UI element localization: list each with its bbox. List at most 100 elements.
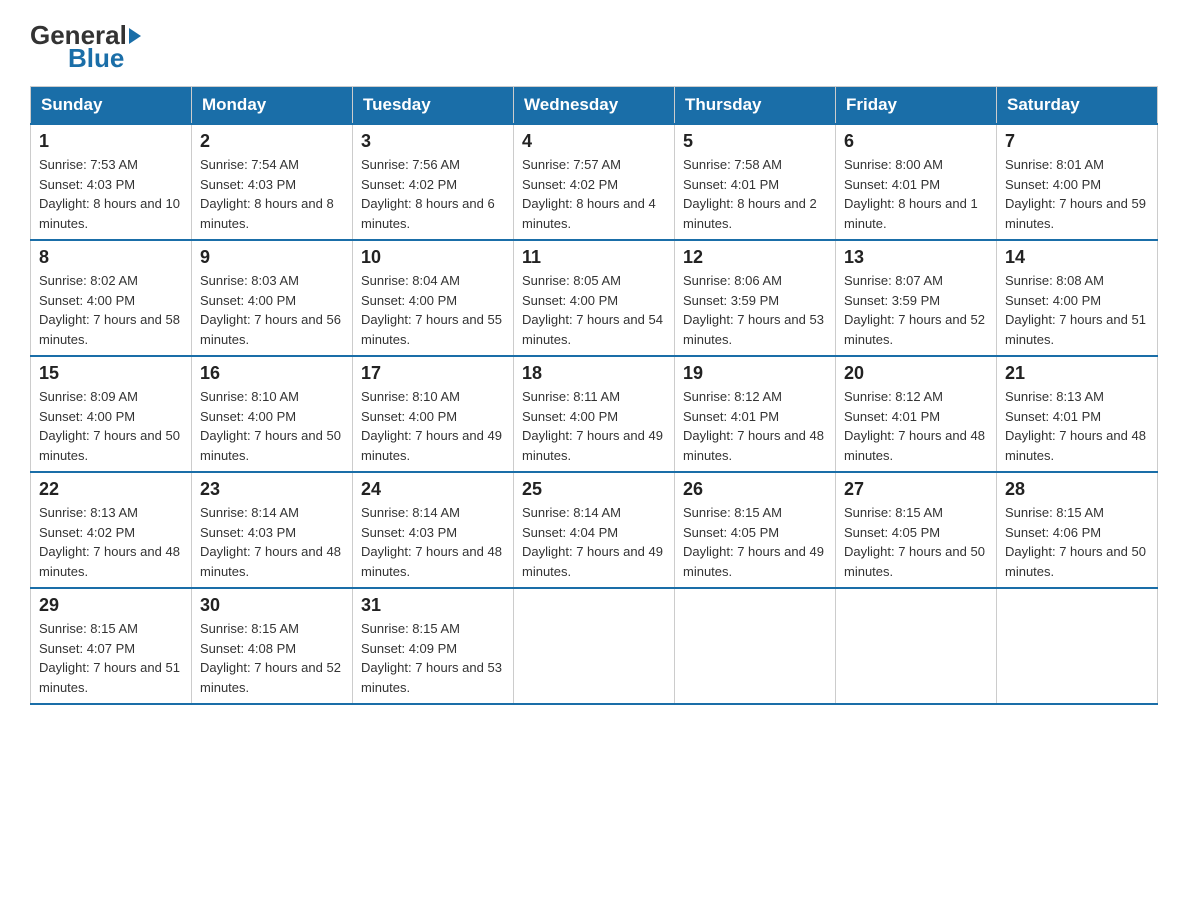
day-info: Sunrise: 8:14 AM Sunset: 4:03 PM Dayligh… [200,503,344,581]
day-number: 11 [522,247,666,268]
calendar-cell: 10 Sunrise: 8:04 AM Sunset: 4:00 PM Dayl… [353,240,514,356]
day-info: Sunrise: 8:13 AM Sunset: 4:02 PM Dayligh… [39,503,183,581]
calendar-header-row: SundayMondayTuesdayWednesdayThursdayFrid… [31,87,1158,125]
day-info: Sunrise: 8:05 AM Sunset: 4:00 PM Dayligh… [522,271,666,349]
day-number: 8 [39,247,183,268]
calendar-cell: 28 Sunrise: 8:15 AM Sunset: 4:06 PM Dayl… [997,472,1158,588]
day-number: 18 [522,363,666,384]
col-header-friday: Friday [836,87,997,125]
day-number: 4 [522,131,666,152]
day-number: 20 [844,363,988,384]
day-number: 26 [683,479,827,500]
page-header: General Blue [30,20,1158,74]
day-info: Sunrise: 7:53 AM Sunset: 4:03 PM Dayligh… [39,155,183,233]
day-number: 21 [1005,363,1149,384]
day-info: Sunrise: 8:14 AM Sunset: 4:04 PM Dayligh… [522,503,666,581]
calendar-cell: 30 Sunrise: 8:15 AM Sunset: 4:08 PM Dayl… [192,588,353,704]
day-number: 27 [844,479,988,500]
day-info: Sunrise: 8:15 AM Sunset: 4:05 PM Dayligh… [683,503,827,581]
day-info: Sunrise: 8:01 AM Sunset: 4:00 PM Dayligh… [1005,155,1149,233]
day-info: Sunrise: 8:15 AM Sunset: 4:06 PM Dayligh… [1005,503,1149,581]
day-number: 9 [200,247,344,268]
day-number: 10 [361,247,505,268]
logo: General Blue [30,20,143,74]
day-info: Sunrise: 8:08 AM Sunset: 4:00 PM Dayligh… [1005,271,1149,349]
calendar-cell: 16 Sunrise: 8:10 AM Sunset: 4:00 PM Dayl… [192,356,353,472]
logo-arrow-icon [129,28,141,44]
day-number: 1 [39,131,183,152]
day-number: 14 [1005,247,1149,268]
calendar-cell [675,588,836,704]
day-number: 17 [361,363,505,384]
day-info: Sunrise: 8:15 AM Sunset: 4:07 PM Dayligh… [39,619,183,697]
calendar-cell: 1 Sunrise: 7:53 AM Sunset: 4:03 PM Dayli… [31,124,192,240]
calendar-cell: 14 Sunrise: 8:08 AM Sunset: 4:00 PM Dayl… [997,240,1158,356]
day-number: 30 [200,595,344,616]
calendar-week-row: 15 Sunrise: 8:09 AM Sunset: 4:00 PM Dayl… [31,356,1158,472]
day-info: Sunrise: 7:54 AM Sunset: 4:03 PM Dayligh… [200,155,344,233]
calendar-cell: 2 Sunrise: 7:54 AM Sunset: 4:03 PM Dayli… [192,124,353,240]
calendar-cell: 7 Sunrise: 8:01 AM Sunset: 4:00 PM Dayli… [997,124,1158,240]
day-number: 29 [39,595,183,616]
day-number: 28 [1005,479,1149,500]
day-info: Sunrise: 7:58 AM Sunset: 4:01 PM Dayligh… [683,155,827,233]
calendar-cell: 22 Sunrise: 8:13 AM Sunset: 4:02 PM Dayl… [31,472,192,588]
day-info: Sunrise: 8:11 AM Sunset: 4:00 PM Dayligh… [522,387,666,465]
day-number: 25 [522,479,666,500]
day-info: Sunrise: 8:13 AM Sunset: 4:01 PM Dayligh… [1005,387,1149,465]
calendar-cell: 25 Sunrise: 8:14 AM Sunset: 4:04 PM Dayl… [514,472,675,588]
calendar-cell: 23 Sunrise: 8:14 AM Sunset: 4:03 PM Dayl… [192,472,353,588]
calendar-cell: 21 Sunrise: 8:13 AM Sunset: 4:01 PM Dayl… [997,356,1158,472]
calendar-cell: 24 Sunrise: 8:14 AM Sunset: 4:03 PM Dayl… [353,472,514,588]
day-info: Sunrise: 8:15 AM Sunset: 4:08 PM Dayligh… [200,619,344,697]
day-number: 3 [361,131,505,152]
col-header-monday: Monday [192,87,353,125]
calendar-cell: 4 Sunrise: 7:57 AM Sunset: 4:02 PM Dayli… [514,124,675,240]
calendar-cell: 17 Sunrise: 8:10 AM Sunset: 4:00 PM Dayl… [353,356,514,472]
day-number: 5 [683,131,827,152]
calendar-cell: 5 Sunrise: 7:58 AM Sunset: 4:01 PM Dayli… [675,124,836,240]
calendar-cell: 26 Sunrise: 8:15 AM Sunset: 4:05 PM Dayl… [675,472,836,588]
day-number: 12 [683,247,827,268]
calendar-cell: 20 Sunrise: 8:12 AM Sunset: 4:01 PM Dayl… [836,356,997,472]
day-info: Sunrise: 8:07 AM Sunset: 3:59 PM Dayligh… [844,271,988,349]
col-header-thursday: Thursday [675,87,836,125]
day-info: Sunrise: 8:12 AM Sunset: 4:01 PM Dayligh… [844,387,988,465]
calendar-cell: 27 Sunrise: 8:15 AM Sunset: 4:05 PM Dayl… [836,472,997,588]
day-number: 23 [200,479,344,500]
col-header-tuesday: Tuesday [353,87,514,125]
day-number: 19 [683,363,827,384]
day-info: Sunrise: 8:15 AM Sunset: 4:05 PM Dayligh… [844,503,988,581]
calendar-cell: 11 Sunrise: 8:05 AM Sunset: 4:00 PM Dayl… [514,240,675,356]
day-info: Sunrise: 8:12 AM Sunset: 4:01 PM Dayligh… [683,387,827,465]
day-info: Sunrise: 8:00 AM Sunset: 4:01 PM Dayligh… [844,155,988,233]
day-number: 16 [200,363,344,384]
day-number: 15 [39,363,183,384]
calendar-cell [997,588,1158,704]
day-number: 7 [1005,131,1149,152]
day-number: 31 [361,595,505,616]
calendar-cell: 18 Sunrise: 8:11 AM Sunset: 4:00 PM Dayl… [514,356,675,472]
calendar-cell: 29 Sunrise: 8:15 AM Sunset: 4:07 PM Dayl… [31,588,192,704]
day-info: Sunrise: 7:57 AM Sunset: 4:02 PM Dayligh… [522,155,666,233]
day-info: Sunrise: 7:56 AM Sunset: 4:02 PM Dayligh… [361,155,505,233]
day-info: Sunrise: 8:04 AM Sunset: 4:00 PM Dayligh… [361,271,505,349]
calendar-week-row: 1 Sunrise: 7:53 AM Sunset: 4:03 PM Dayli… [31,124,1158,240]
col-header-wednesday: Wednesday [514,87,675,125]
day-info: Sunrise: 8:15 AM Sunset: 4:09 PM Dayligh… [361,619,505,697]
col-header-sunday: Sunday [31,87,192,125]
logo-blue-text: Blue [68,43,124,74]
day-number: 22 [39,479,183,500]
day-info: Sunrise: 8:14 AM Sunset: 4:03 PM Dayligh… [361,503,505,581]
day-info: Sunrise: 8:03 AM Sunset: 4:00 PM Dayligh… [200,271,344,349]
calendar-cell: 15 Sunrise: 8:09 AM Sunset: 4:00 PM Dayl… [31,356,192,472]
day-info: Sunrise: 8:10 AM Sunset: 4:00 PM Dayligh… [200,387,344,465]
day-number: 6 [844,131,988,152]
day-number: 24 [361,479,505,500]
calendar-cell: 8 Sunrise: 8:02 AM Sunset: 4:00 PM Dayli… [31,240,192,356]
day-info: Sunrise: 8:09 AM Sunset: 4:00 PM Dayligh… [39,387,183,465]
calendar-cell: 31 Sunrise: 8:15 AM Sunset: 4:09 PM Dayl… [353,588,514,704]
col-header-saturday: Saturday [997,87,1158,125]
day-number: 13 [844,247,988,268]
calendar-week-row: 29 Sunrise: 8:15 AM Sunset: 4:07 PM Dayl… [31,588,1158,704]
